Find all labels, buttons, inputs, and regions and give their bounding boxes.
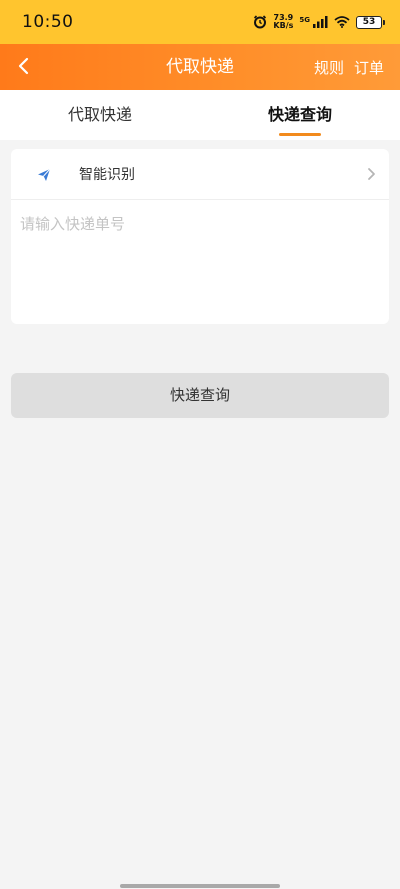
status-icons: 73.9 KB/s 5G 53: [253, 14, 385, 30]
net-speed-unit: KB/s: [273, 21, 294, 30]
status-time: 10:50: [22, 12, 74, 32]
wifi-icon: [334, 16, 350, 28]
tab-pickup[interactable]: 代取快递: [0, 90, 200, 140]
chevron-right-icon: [368, 168, 375, 180]
query-button[interactable]: 快递查询: [11, 373, 389, 418]
nav-actions: 规则 订单: [314, 44, 384, 90]
tab-label: 快递查询: [267, 105, 332, 124]
orders-link[interactable]: 订单: [354, 57, 384, 78]
smart-recognition-row[interactable]: 智能识别: [11, 149, 389, 200]
rules-link[interactable]: 规则: [314, 57, 344, 78]
tab-label: 代取快递: [67, 105, 132, 124]
paper-plane-icon: [38, 168, 51, 181]
network-type: 5G: [299, 16, 310, 24]
status-bar: 10:50 73.9 KB/s 5G 53: [0, 0, 400, 44]
tab-tracking-query[interactable]: 快递查询: [200, 90, 400, 140]
battery-icon: 53: [356, 15, 385, 29]
net-speed: 73.9 KB/s: [273, 14, 293, 30]
signal-icon: [313, 16, 328, 28]
alarm-icon: [254, 15, 267, 29]
home-indicator: [120, 884, 280, 888]
tracking-card: 智能识别: [11, 149, 389, 324]
tracking-number-input[interactable]: [11, 201, 389, 321]
nav-bar: 代取快递 规则 订单: [0, 44, 400, 90]
active-tab-indicator: [279, 133, 321, 136]
smart-recognition-label: 智能识别: [79, 167, 135, 183]
tab-bar: 代取快递 快递查询: [0, 90, 400, 140]
